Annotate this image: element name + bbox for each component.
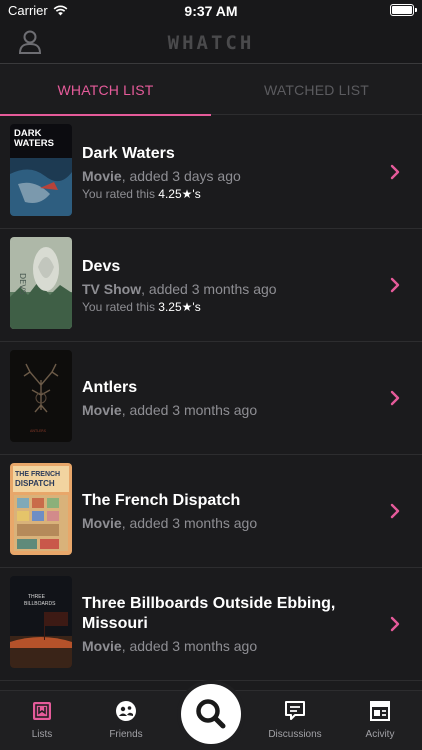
rating-prefix: You rated this	[82, 186, 159, 201]
svg-text:DISPATCH: DISPATCH	[15, 479, 55, 488]
item-info: The French Dispatch Movie, added 3 month…	[82, 455, 382, 567]
list-icon	[33, 702, 51, 720]
tab-activity[interactable]: Acivity	[338, 691, 422, 750]
search-button[interactable]	[181, 684, 241, 744]
list-item[interactable]: DEVS Devs TV Show, added 3 months ago Yo…	[0, 229, 422, 342]
list-tabs: WHATCH LIST WATCHED LIST	[0, 65, 422, 116]
status-time: 9:37 AM	[184, 3, 238, 19]
item-added: , added 3 months ago	[121, 402, 258, 418]
chevron-right-icon[interactable]	[390, 164, 400, 180]
battery-icon	[390, 4, 417, 16]
item-subtitle: Movie, added 3 months ago	[82, 515, 382, 531]
poster-image: DARK WATERS	[10, 124, 72, 216]
chevron-right-icon[interactable]	[390, 390, 400, 406]
poster-image: ANTLERS	[10, 350, 72, 442]
chevron-right-icon[interactable]	[390, 277, 400, 293]
item-info: Devs TV Show, added 3 months ago You rat…	[82, 229, 382, 341]
item-title: Three Billboards Outside Ebbing, Missour…	[82, 595, 336, 632]
rating-value: 4.25	[158, 186, 182, 201]
item-kind: Movie	[82, 638, 122, 654]
tab-label: Discussions	[268, 729, 322, 740]
app-logo: WHATCH	[167, 32, 255, 54]
item-added: , added 3 days ago	[121, 167, 241, 184]
svg-text:THREE: THREE	[28, 594, 46, 600]
tab-watched-list[interactable]: WATCHED LIST	[211, 65, 422, 115]
item-kind: Movie	[82, 515, 122, 531]
status-bar: Carrier 9:37 AM	[0, 0, 422, 22]
item-subtitle: Movie, added 3 days ago	[82, 168, 382, 184]
list-item[interactable]: ANTLERS Antlers Movie, added 3 months ag…	[0, 342, 422, 455]
item-added: , added 3 months ago	[121, 515, 258, 531]
chevron-right-icon[interactable]	[390, 503, 400, 519]
poster-image: THE FRENCH DISPATCH	[10, 463, 72, 555]
tab-label: Acivity	[365, 729, 395, 740]
svg-text:WATERS: WATERS	[14, 138, 54, 149]
svg-text:DEVS: DEVS	[18, 273, 27, 295]
item-added: , added 3 months ago	[141, 280, 277, 297]
svg-text:ANTLERS: ANTLERS	[30, 429, 47, 433]
rating-prefix: You rated this	[82, 299, 159, 314]
item-subtitle: Movie, added 3 months ago	[82, 638, 382, 654]
tab-discussions[interactable]: Discussions	[253, 691, 337, 750]
poster-image: DEVS	[10, 237, 72, 329]
item-added: , added 3 months ago	[121, 638, 258, 654]
item-rating: You rated this 3.25★'s	[82, 300, 382, 314]
list-item[interactable]: THREE BILLBOARDS Three Billboards Outsid…	[0, 568, 422, 681]
item-title: Devs	[82, 257, 121, 275]
tab-whatch-list[interactable]: WHATCH LIST	[0, 65, 211, 116]
rating-value: 3.25	[158, 299, 182, 314]
list-item[interactable]: THE FRENCH DISPATCH The French Dispatch …	[0, 455, 422, 568]
rating-suffix: ★'s	[181, 186, 201, 201]
tab-label: Lists	[31, 729, 53, 740]
item-title: Dark Waters	[82, 144, 175, 162]
chevron-right-icon[interactable]	[390, 616, 400, 632]
item-info: Dark Waters Movie, added 3 days ago You …	[82, 116, 382, 228]
item-kind: Movie	[82, 402, 122, 418]
item-title: Antlers	[82, 379, 138, 396]
list-item[interactable]: DARK WATERS Dark Waters Movie, added 3 d…	[0, 116, 422, 229]
app-header: WHATCH	[0, 22, 422, 64]
item-info: Three Billboards Outside Ebbing, Missour…	[82, 568, 382, 680]
item-subtitle: Movie, added 3 months ago	[82, 402, 382, 418]
tab-lists[interactable]: Lists	[0, 691, 84, 750]
watch-list: DARK WATERS Dark Waters Movie, added 3 d…	[0, 116, 422, 681]
svg-text:THE FRENCH: THE FRENCH	[15, 471, 60, 478]
item-title: The French Dispatch	[82, 492, 241, 509]
poster-image: THREE BILLBOARDS	[10, 576, 72, 668]
item-kind: Movie	[82, 167, 122, 184]
discussions-icon	[285, 701, 305, 720]
search-icon	[196, 699, 226, 729]
tab-label: Friends	[109, 729, 143, 740]
item-info: Antlers Movie, added 3 months ago	[82, 342, 382, 454]
activity-icon	[370, 701, 390, 721]
rating-suffix: ★'s	[181, 299, 201, 314]
item-rating: You rated this 4.25★'s	[82, 187, 382, 201]
item-subtitle: TV Show, added 3 months ago	[82, 281, 382, 297]
svg-text:BILLBOARDS: BILLBOARDS	[24, 601, 56, 607]
item-kind: TV Show	[82, 280, 142, 297]
friends-icon	[116, 701, 136, 721]
tab-friends[interactable]: Friends	[84, 691, 168, 750]
